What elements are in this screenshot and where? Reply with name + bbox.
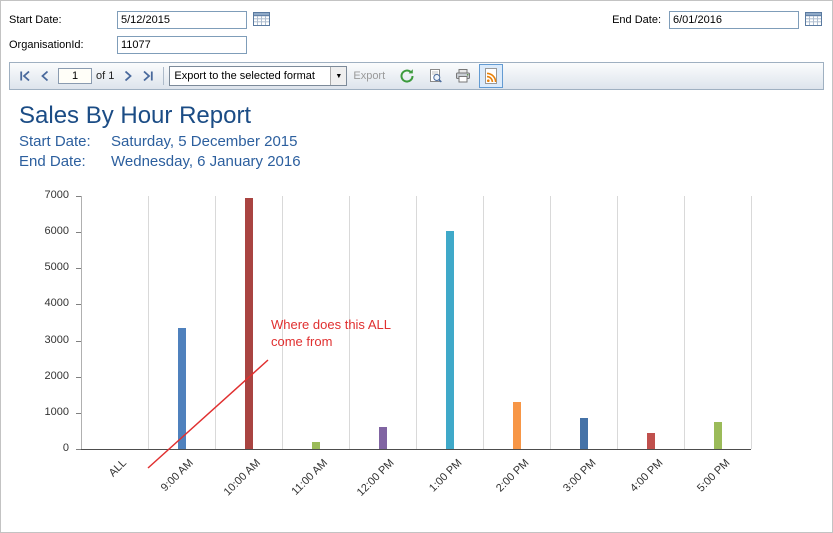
current-page-input[interactable] xyxy=(58,68,92,84)
chart-annotation-line2: come from xyxy=(271,334,333,349)
end-date-input[interactable] xyxy=(669,10,799,29)
y-axis-label: 0 xyxy=(62,442,69,454)
print-button[interactable] xyxy=(451,64,475,88)
report-body: Sales By Hour Report Start Date: Saturday… xyxy=(1,102,832,516)
x-axis-label: 12:00 PM xyxy=(355,457,397,499)
chart-bar xyxy=(311,441,320,449)
end-date-label: End Date: xyxy=(612,13,661,26)
calendar-icon xyxy=(253,12,270,26)
print-layout-icon xyxy=(430,69,442,83)
gridline xyxy=(751,196,752,449)
y-axis-label: 4000 xyxy=(44,297,69,310)
last-page-icon xyxy=(143,70,154,82)
x-axis-label: 11:00 AM xyxy=(289,457,330,498)
chart-bar xyxy=(378,426,387,449)
previous-page-icon xyxy=(41,70,49,82)
report-title: Sales By Hour Report xyxy=(19,102,252,129)
gridline xyxy=(684,196,685,449)
x-axis-label: ALL xyxy=(106,457,129,480)
chart-bar xyxy=(579,417,588,449)
first-page-button[interactable] xyxy=(16,68,34,84)
start-date-input[interactable] xyxy=(117,10,247,29)
y-axis-label: 2000 xyxy=(44,369,69,382)
x-axis-label: 9:00 AM xyxy=(158,457,196,495)
chart-annotation-line1: Where does this ALL xyxy=(271,317,391,332)
x-axis-label: 3:00 PM xyxy=(560,457,598,495)
chart-bar xyxy=(177,327,186,449)
y-axis-label: 1000 xyxy=(44,405,69,418)
print-layout-button[interactable] xyxy=(423,64,447,88)
report-start-date-value: Saturday, 5 December 2015 xyxy=(111,133,298,150)
gridline xyxy=(148,196,149,449)
chart-bar xyxy=(512,402,521,449)
data-feed-icon xyxy=(485,68,498,84)
report-end-date-value: Wednesday, 6 January 2016 xyxy=(111,153,301,170)
refresh-button[interactable] xyxy=(395,64,419,88)
x-axis-line xyxy=(81,449,751,450)
first-page-icon xyxy=(20,70,30,82)
next-page-icon xyxy=(125,70,133,82)
gridline xyxy=(550,196,551,449)
x-axis-label: 10:00 AM xyxy=(221,457,263,499)
export-format-selected-value: Export to the selected format xyxy=(174,70,315,82)
refresh-icon xyxy=(400,69,414,83)
toolbar-separator xyxy=(163,67,165,85)
parameters-panel: Start Date: End Date: xyxy=(1,1,832,57)
report-start-date-line: Start Date: Saturday, 5 December 2015 xyxy=(19,132,832,152)
y-axis-label: 7000 xyxy=(44,189,69,201)
printer-icon xyxy=(456,69,471,83)
next-page-button[interactable] xyxy=(119,68,137,84)
previous-page-button[interactable] xyxy=(36,68,54,84)
gridline xyxy=(215,196,216,449)
y-axis-label: 6000 xyxy=(44,225,69,238)
dropdown-arrow-icon: ▼ xyxy=(330,67,347,85)
report-viewer: Start Date: End Date: xyxy=(0,0,833,533)
last-page-button[interactable] xyxy=(139,68,157,84)
x-axis-label: 1:00 PM xyxy=(426,457,464,495)
parameter-row-dates: Start Date: End Date: xyxy=(1,7,832,32)
data-feed-button[interactable] xyxy=(479,64,504,88)
chart-plot: 0 1000 2000 3000 4000 5000 6000 7000 ALL 9:00 AM 1… xyxy=(1,186,801,516)
calendar-icon xyxy=(805,12,822,26)
gridline xyxy=(416,196,417,449)
organisation-id-input[interactable] xyxy=(117,35,247,54)
y-axis-line xyxy=(81,196,82,449)
chart-bar xyxy=(244,197,253,449)
x-axis-label: 5:00 PM xyxy=(694,457,732,495)
chart-bar xyxy=(445,231,454,449)
report-end-date-label: End Date: xyxy=(19,153,86,170)
x-axis-label: 2:00 PM xyxy=(493,457,531,495)
toolbar: of 1 Export to the selected format ▼ Exp… xyxy=(9,62,824,90)
y-axis-label: 3000 xyxy=(44,333,69,346)
report-start-date-label: Start Date: xyxy=(19,133,91,150)
parameter-row-organisation: OrganisationId: xyxy=(1,32,832,57)
start-date-label: Start Date: xyxy=(9,13,62,26)
gridline xyxy=(617,196,618,449)
chart-bar xyxy=(646,433,655,449)
page-count-label: of 1 xyxy=(96,70,115,82)
export-format-dropdown[interactable]: Export to the selected format ▼ xyxy=(169,66,348,86)
gridline xyxy=(483,196,484,449)
start-date-calendar-button[interactable] xyxy=(251,11,272,28)
x-axis-label: 4:00 PM xyxy=(627,457,665,495)
chart-annotation: Where does this ALL come from xyxy=(271,316,391,350)
report-end-date-line: End Date: Wednesday, 6 January 2016 xyxy=(19,152,832,172)
export-link[interactable]: Export xyxy=(353,70,385,82)
end-date-calendar-button[interactable] xyxy=(803,11,824,28)
organisation-id-label: OrganisationId: xyxy=(9,38,84,51)
chart-bar xyxy=(713,421,722,449)
y-axis-label: 5000 xyxy=(44,261,69,274)
